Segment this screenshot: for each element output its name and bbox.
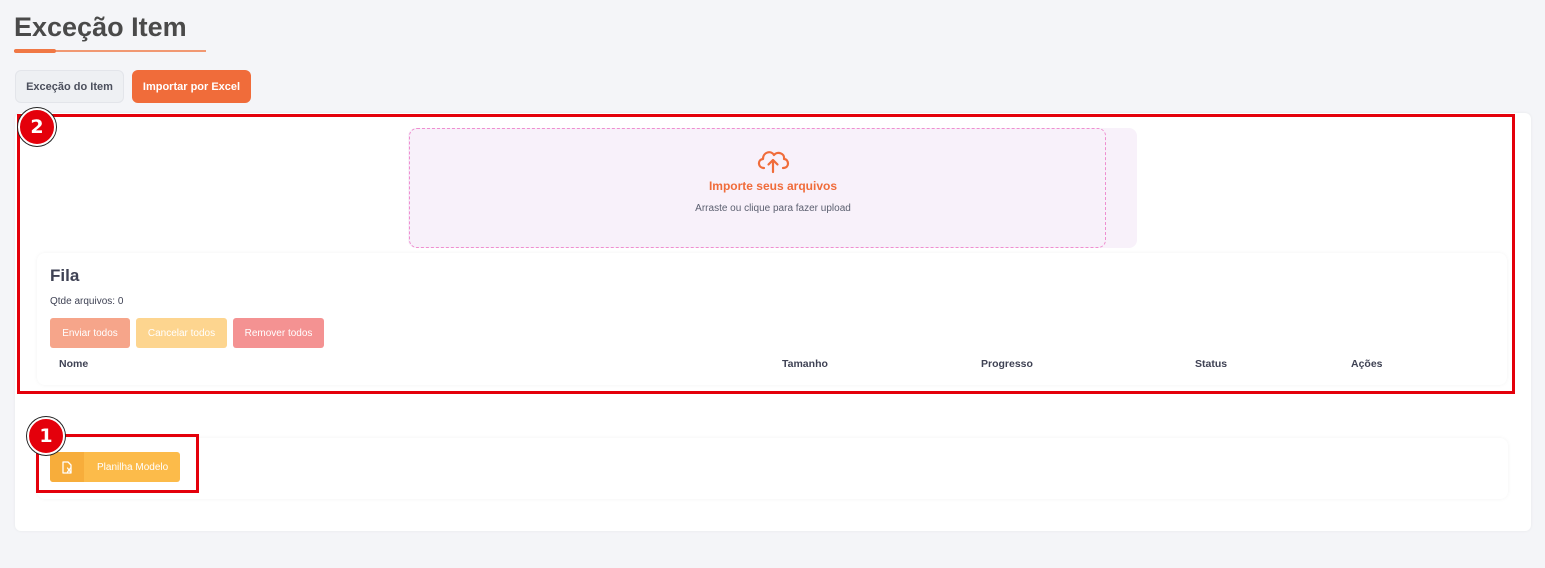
annotation-badge-2: 2	[18, 108, 56, 146]
tab-importar-por-excel[interactable]: Importar por Excel	[132, 70, 251, 103]
title-underline-accent	[14, 49, 56, 53]
page-title: Exceção Item	[14, 12, 187, 42]
annotation-box-2	[17, 114, 1515, 394]
template-card	[37, 438, 1508, 499]
annotation-badge-1: 1	[27, 417, 65, 455]
tab-excecao-do-item[interactable]: Exceção do Item	[15, 70, 124, 103]
